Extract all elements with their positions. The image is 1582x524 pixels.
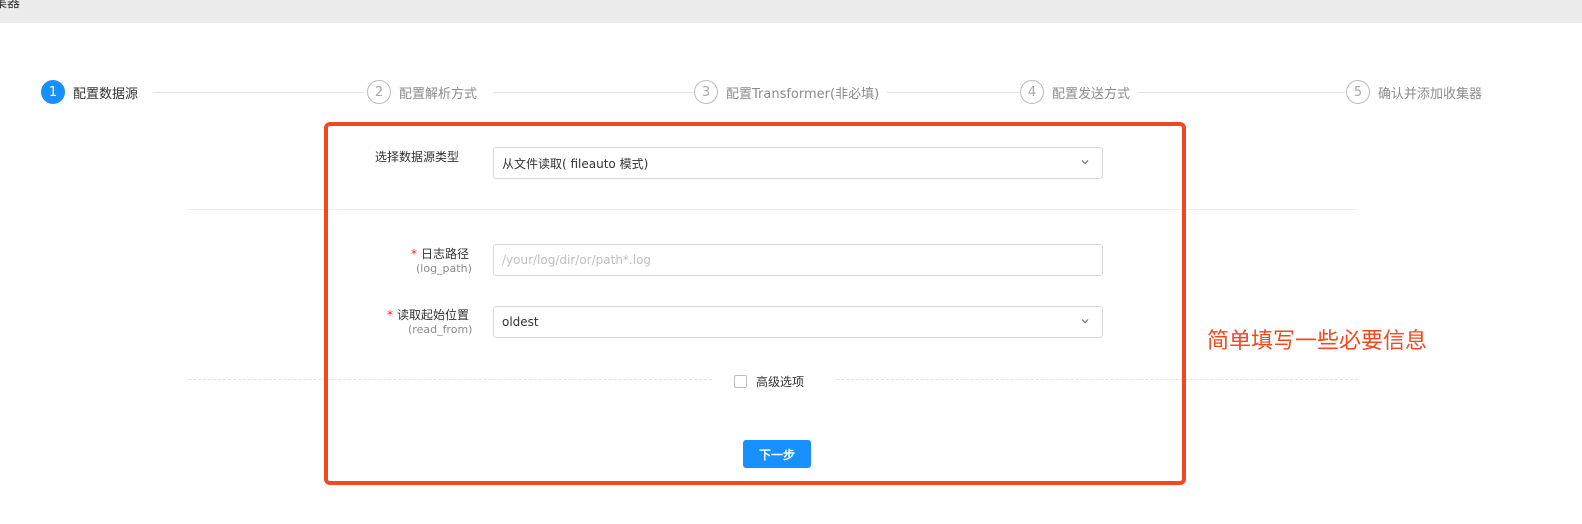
step-label: 配置解析方式 xyxy=(399,86,478,102)
top-bar: 集器 xyxy=(0,0,1582,23)
step-label: 配置Transformer(非必填) xyxy=(726,86,880,102)
step-2[interactable]: 2 配置解析方式 xyxy=(367,80,486,104)
page-title: 集器 xyxy=(0,0,21,11)
step-3[interactable]: 3 配置Transformer(非必填) xyxy=(694,80,888,104)
step-number: 2 xyxy=(367,80,391,104)
annotation-highlight-box xyxy=(324,122,1186,485)
step-connector xyxy=(1137,92,1345,93)
step-connector xyxy=(493,92,695,93)
step-number: 3 xyxy=(694,80,718,104)
step-number: 1 xyxy=(41,80,65,104)
step-5[interactable]: 5 确认并添加收集器 xyxy=(1346,80,1491,104)
step-label: 确认并添加收集器 xyxy=(1378,86,1483,102)
step-number: 4 xyxy=(1020,80,1044,104)
step-number: 5 xyxy=(1346,80,1370,104)
annotation-note: 简单填写一些必要信息 xyxy=(1207,329,1428,354)
step-label: 配置发送方式 xyxy=(1052,86,1131,102)
step-label: 配置数据源 xyxy=(73,86,139,102)
step-connector xyxy=(887,92,1019,93)
step-1[interactable]: 1 配置数据源 xyxy=(41,80,147,104)
step-4[interactable]: 4 配置发送方式 xyxy=(1020,80,1139,104)
step-connector xyxy=(153,92,363,93)
steps-bar: 1 配置数据源 2 配置解析方式 3 配置Transformer(非必填) 4 … xyxy=(41,80,1501,106)
